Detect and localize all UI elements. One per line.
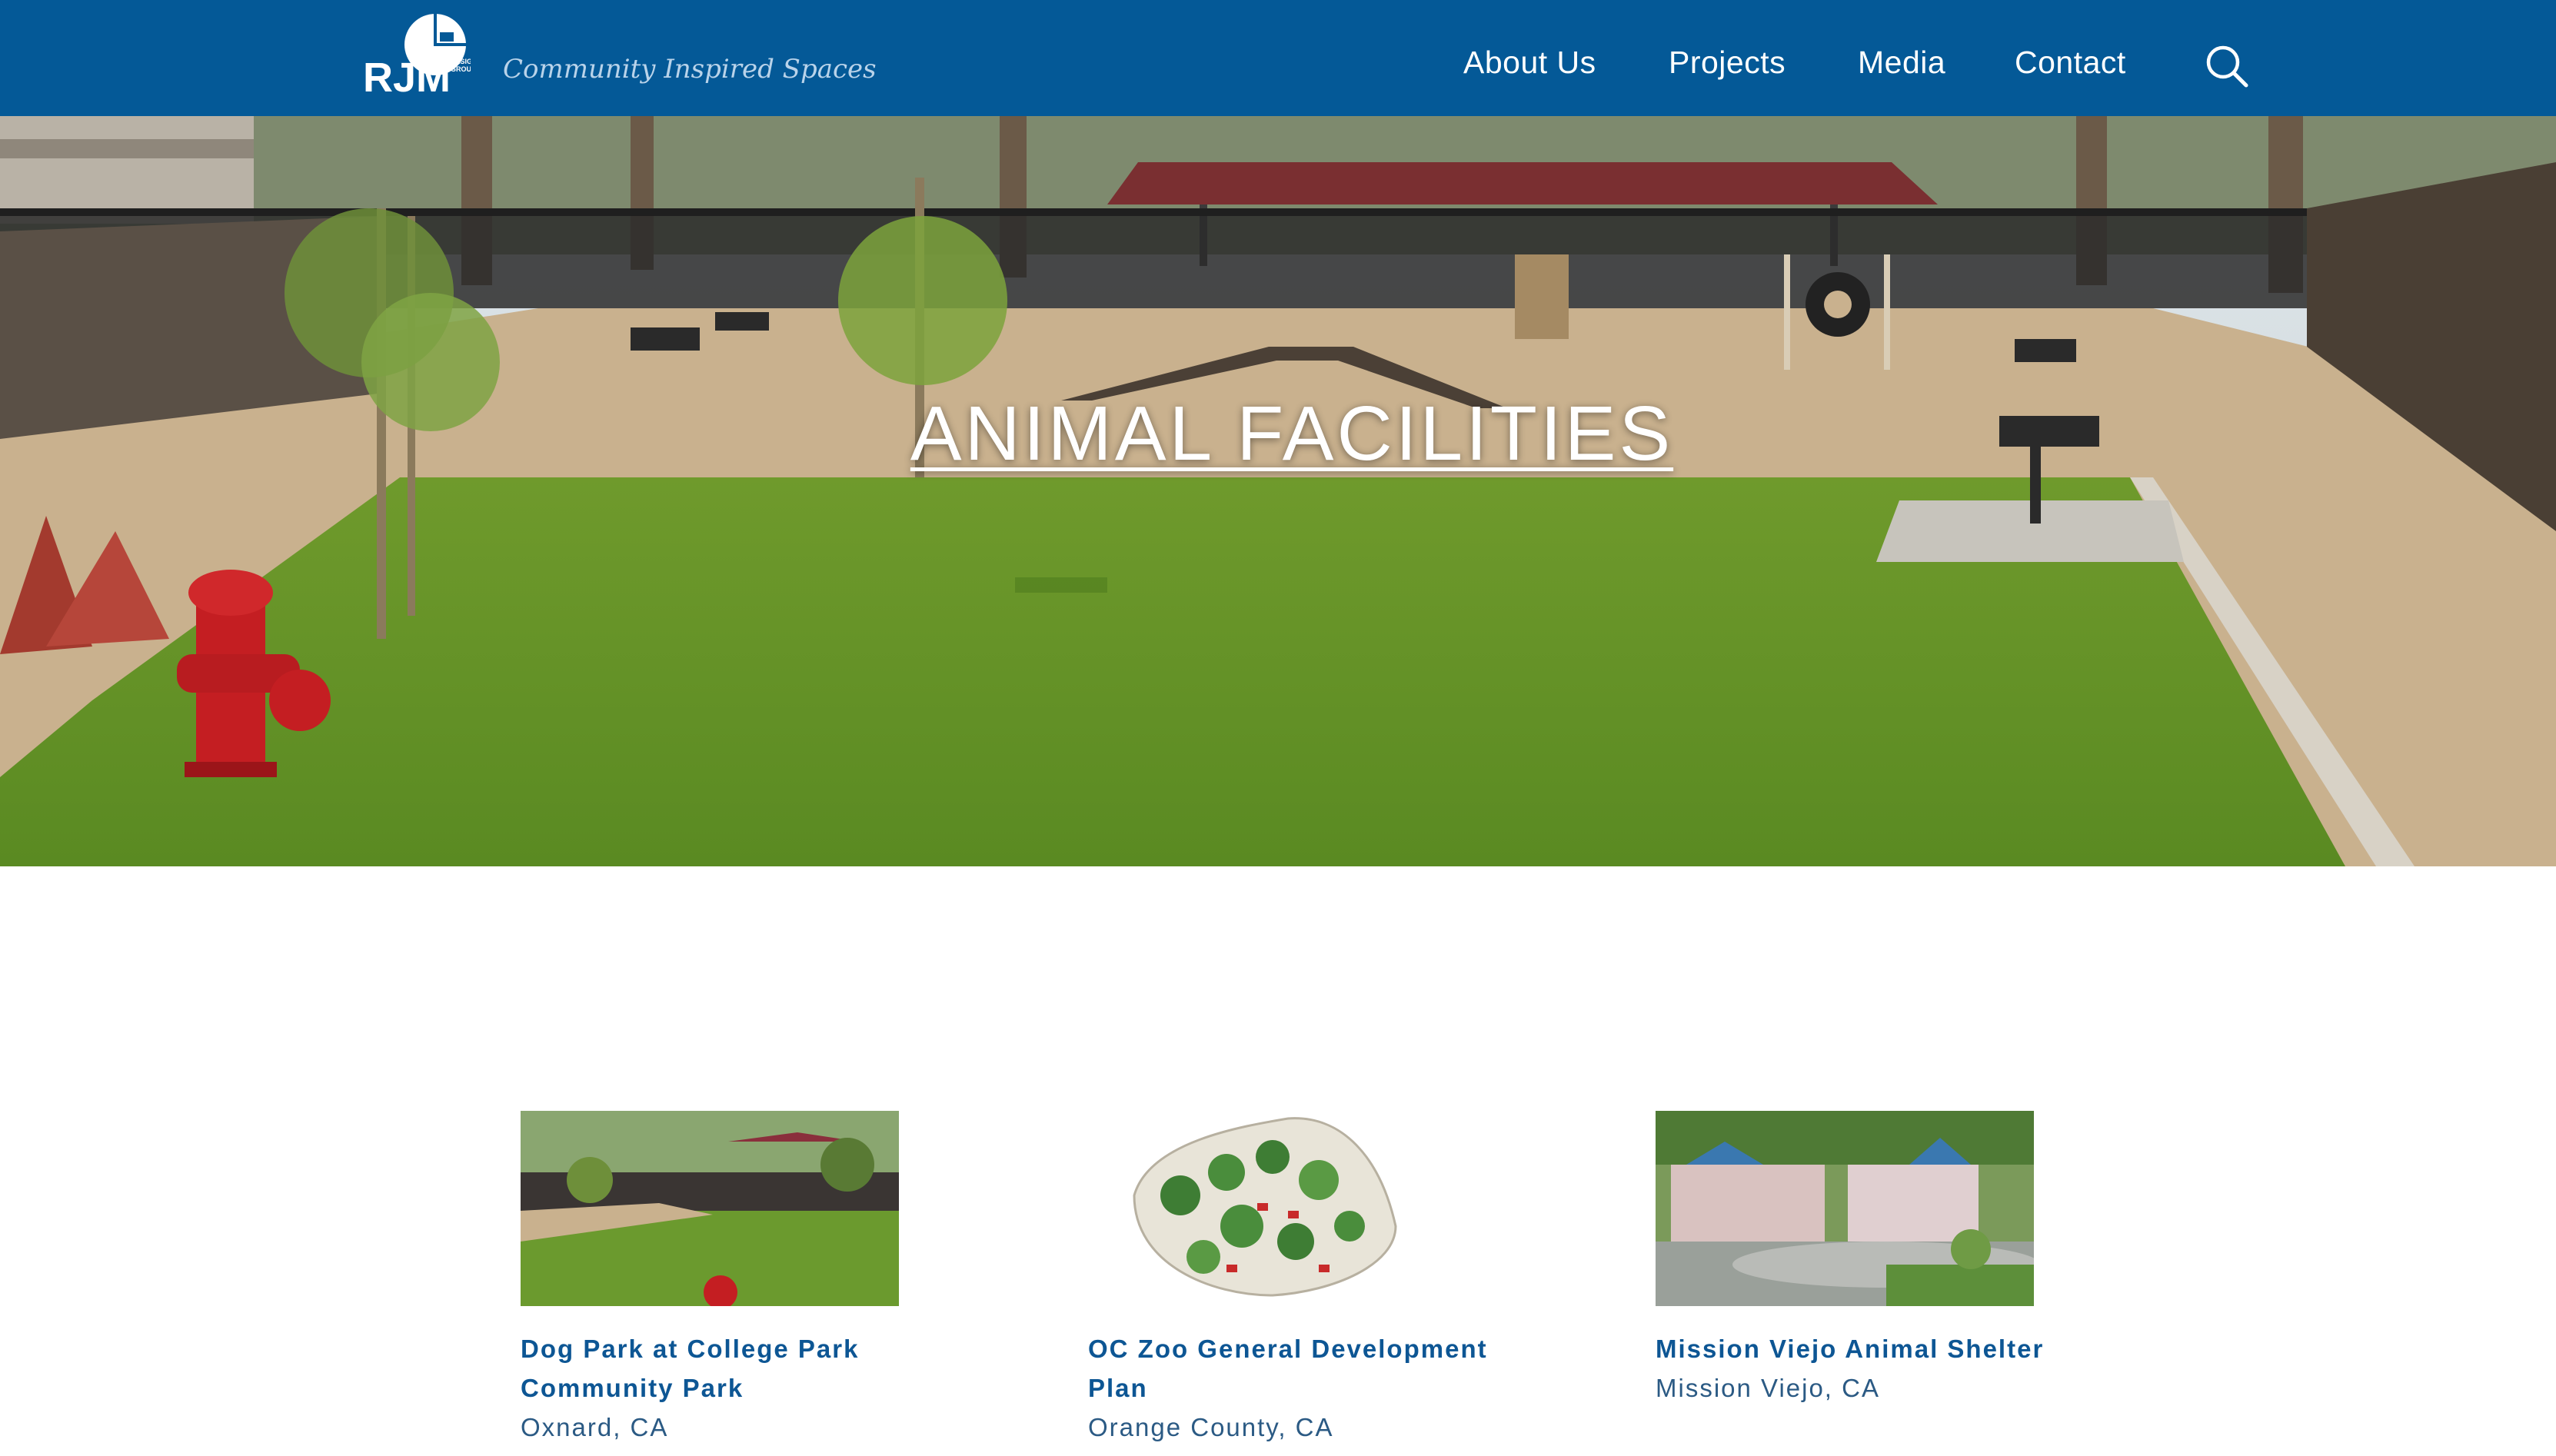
svg-text:GROUP: GROUP — [451, 65, 471, 73]
logo-mark: RJM DESIGN GROUP — [363, 14, 478, 101]
project-title[interactable]: OC Zoo General Development Plan — [1088, 1329, 1488, 1408]
hero-image — [0, 116, 2556, 866]
logo[interactable]: RJM DESIGN GROUP — [363, 12, 478, 101]
project-title[interactable]: Mission Viejo Animal Shelter — [1656, 1329, 2055, 1368]
page-title[interactable]: ANIMAL FACILITIES — [0, 390, 2556, 478]
project-location: Orange County, CA — [1088, 1413, 1334, 1441]
site-header: RJM DESIGN GROUP Community Inspired Spac… — [0, 0, 2556, 116]
nav-contact[interactable]: Contact — [2015, 45, 2126, 81]
project-title[interactable]: Dog Park at College Park Community Park — [521, 1329, 920, 1408]
nav-media[interactable]: Media — [1858, 45, 1945, 81]
nav-about-us[interactable]: About Us — [1463, 45, 1596, 81]
project-location: Oxnard, CA — [521, 1413, 669, 1441]
site-tagline: Community Inspired Spaces — [503, 54, 877, 85]
project-thumbnail[interactable] — [1656, 1111, 2034, 1306]
project-card[interactable]: OC Zoo General Development Plan Orange C… — [1088, 1111, 1488, 1447]
project-card[interactable]: Mission Viejo Animal Shelter Mission Vie… — [1656, 1111, 2055, 1408]
project-location: Mission Viejo, CA — [1656, 1374, 1880, 1402]
nav-projects[interactable]: Projects — [1669, 45, 1786, 81]
svg-text:DESIGN: DESIGN — [451, 58, 471, 65]
project-thumbnail[interactable] — [521, 1111, 899, 1306]
project-card[interactable]: Dog Park at College Park Community Park … — [521, 1111, 920, 1447]
logo-text: RJM — [363, 55, 451, 98]
page-title-text[interactable]: ANIMAL FACILITIES — [910, 391, 1673, 477]
hero-banner: ANIMAL FACILITIES — [0, 116, 2556, 866]
animal-shelter-image — [1656, 1111, 2034, 1306]
search-icon — [2206, 45, 2248, 88]
project-thumbnail[interactable] — [1088, 1111, 1466, 1306]
dog-park-image — [521, 1111, 899, 1306]
search-button[interactable] — [2204, 43, 2250, 89]
zoo-plan-image — [1088, 1111, 1466, 1306]
